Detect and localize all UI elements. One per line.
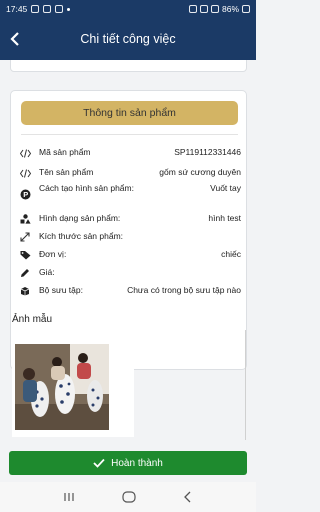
- battery-icon: [242, 5, 250, 13]
- more-notifications-icon: [67, 7, 71, 11]
- back-nav-icon[interactable]: [183, 491, 193, 503]
- product-info-header-button[interactable]: Thông tin sản phẩm: [21, 101, 238, 125]
- row-label: Kích thước sản phẩm:: [39, 231, 124, 241]
- row-label: Cách tạo hình sản phẩm:: [39, 183, 134, 193]
- divider: [21, 134, 238, 135]
- row-value: SP119112331446: [174, 147, 241, 157]
- code-icon: [19, 167, 31, 179]
- mute-icon: [188, 5, 197, 13]
- content-scroll[interactable]: · · Thông tin sản phẩm Mã sản phẩm SP119…: [0, 60, 256, 450]
- row-label: Đơn vị:: [39, 249, 67, 259]
- pencil-icon: [19, 267, 31, 279]
- resize-icon: [19, 231, 31, 243]
- sample-image-card[interactable]: [12, 338, 134, 437]
- row-value: chiếc: [221, 249, 241, 259]
- partial-text: · ·: [45, 60, 52, 62]
- row-value: gốm sứ cương duyên: [159, 167, 241, 177]
- notification-icon: [31, 5, 40, 13]
- wifi-icon: [199, 5, 208, 13]
- previous-card: · ·: [10, 60, 247, 72]
- row-label: Giá:: [39, 267, 55, 277]
- check-icon: [93, 458, 105, 468]
- chevron-left-icon: [10, 32, 19, 46]
- notification-icon: [55, 5, 64, 13]
- row-label: Tên sản phẩm: [39, 167, 94, 177]
- back-button[interactable]: [4, 28, 26, 50]
- scrollbar[interactable]: [245, 330, 246, 440]
- p-circle-icon: P: [19, 188, 31, 200]
- complete-button-label: Hoàn thành: [111, 457, 163, 469]
- box-icon: [19, 285, 31, 297]
- row-value: hình test: [208, 213, 241, 223]
- app-bar: Chi tiết công việc: [0, 18, 256, 60]
- product-info-card: Thông tin sản phẩm Mã sản phẩm SP1191123…: [10, 90, 247, 370]
- home-icon[interactable]: [122, 491, 136, 503]
- signal-icon: [210, 5, 219, 13]
- sample-image[interactable]: [15, 344, 109, 430]
- sample-images-title: Ảnh mẫu: [12, 314, 53, 325]
- page-title: Chi tiết công việc: [80, 32, 176, 46]
- complete-button[interactable]: Hoàn thành: [9, 451, 247, 475]
- tag-icon: [19, 249, 31, 261]
- svg-text:P: P: [23, 190, 28, 199]
- status-bar: 17:45 86%: [0, 0, 256, 18]
- system-nav-bar: [0, 482, 256, 512]
- row-label: Hình dạng sản phẩm:: [39, 213, 121, 223]
- status-time: 17:45: [6, 4, 28, 14]
- row-label: Mã sản phẩm: [39, 147, 91, 157]
- row-value: Vuốt tay: [210, 183, 241, 193]
- notification-icon: [43, 5, 52, 13]
- recent-apps-icon[interactable]: [63, 492, 75, 502]
- shapes-icon: [19, 213, 31, 225]
- battery-level: 86%: [221, 4, 239, 14]
- row-label: Bộ sưu tập:: [39, 285, 83, 295]
- row-value: Chưa có trong bộ sưu tập nào: [127, 285, 241, 295]
- code-icon: [19, 147, 31, 159]
